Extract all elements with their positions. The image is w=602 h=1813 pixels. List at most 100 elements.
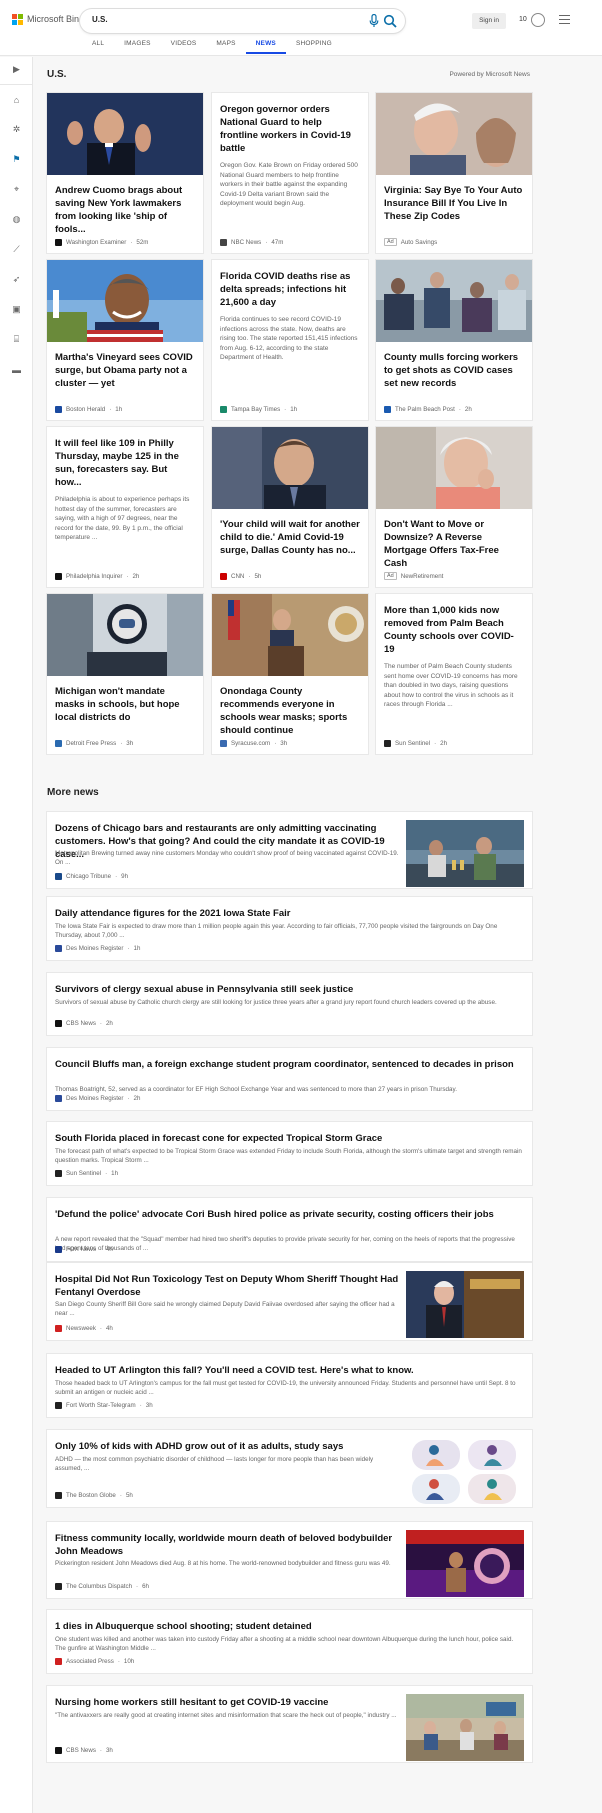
news-card-source[interactable]: The Palm Beach Post · 2h [384,406,472,413]
more-news-thumbnail[interactable] [406,1271,524,1338]
news-card-source[interactable]: Syracuse.com · 3h [220,740,287,747]
source-name[interactable]: Boston Herald [66,406,105,413]
news-card-title[interactable]: Onondaga County recommends everyone in s… [212,676,368,736]
news-card-image[interactable] [47,594,203,676]
news-card-image[interactable] [376,427,532,509]
more-news-source[interactable]: The Columbus Dispatch · 6h [55,1583,149,1590]
source-name[interactable]: Auto Savings [401,239,437,246]
tab-shopping[interactable]: SHOPPING [286,40,342,54]
more-news-item[interactable]: Headed to UT Arlington this fall? You'll… [47,1354,532,1417]
news-card-image[interactable] [47,93,203,175]
news-card-image[interactable] [376,260,532,342]
news-card-title[interactable]: County mulls forcing workers to get shot… [376,342,532,402]
news-card-title[interactable]: It will feel like 109 in Philly Thursday… [47,427,203,489]
more-news-source[interactable]: CBS News · 3h [55,1747,113,1754]
news-card-source[interactable]: Washington Examiner · 52m [55,239,148,246]
source-name[interactable]: Tampa Bay Times [231,406,280,413]
more-news-item[interactable]: Hospital Did Not Run Toxicology Test on … [47,1263,532,1340]
news-card-source[interactable]: Boston Herald · 1h [55,406,122,413]
more-news-thumbnail[interactable] [406,1530,524,1597]
more-news-source[interactable]: Sun Sentinel · 1h [55,1170,118,1177]
more-news-item[interactable]: 1 dies in Albuquerque school shooting; s… [47,1610,532,1673]
more-news-source[interactable]: Fort Worth Star-Telegram · 3h [55,1402,153,1409]
more-news-source[interactable]: CBS News · 2h [55,1020,113,1027]
news-card[interactable]: Florida COVID deaths rise as delta sprea… [212,260,368,420]
more-news-thumbnail[interactable] [406,820,524,887]
news-card-source[interactable]: Ad NewRetirement [384,572,443,580]
source-name[interactable]: Fort Worth Star-Telegram [66,1402,136,1409]
source-name[interactable]: The Boston Globe [66,1492,116,1499]
globe-icon[interactable]: ◍ [10,213,23,226]
news-card-source[interactable]: CNN · 5h [220,573,261,580]
source-name[interactable]: Newsweek [66,1325,96,1332]
film-icon[interactable]: ▣ [10,303,23,316]
more-news-title[interactable]: Daily attendance figures for the 2021 Io… [55,907,525,920]
news-card-source[interactable]: Ad Auto Savings [384,238,437,246]
bank-icon[interactable]: ⌸ [10,333,23,346]
more-news-source[interactable]: FOX News · 4h [55,1246,113,1253]
news-card-title[interactable]: Florida COVID deaths rise as delta sprea… [212,260,368,309]
news-card[interactable]: Michigan won't mandate masks in schools,… [47,594,203,754]
news-card-source[interactable]: NBC News · 47m [220,239,283,246]
bing-logo[interactable]: Microsoft Bing [12,14,84,25]
news-card[interactable]: More than 1,000 kids now removed from Pa… [376,594,532,754]
source-name[interactable]: Sun Sentinel [395,740,430,747]
search-input[interactable]: U.S. [92,15,108,24]
microphone-icon[interactable] [369,14,379,28]
more-news-item[interactable]: Fitness community locally, worldwide mou… [47,1522,532,1598]
news-card-title[interactable]: More than 1,000 kids now removed from Pa… [376,594,532,656]
more-news-item[interactable]: Dozens of Chicago bars and restaurants a… [47,812,532,888]
source-name[interactable]: FOX News [66,1246,96,1253]
source-name[interactable]: Washington Examiner [66,239,126,246]
news-card-title[interactable]: Oregon governor orders National Guard to… [212,93,368,155]
news-card[interactable]: Martha's Vineyard sees COVID surge, but … [47,260,203,420]
more-news-title[interactable]: Only 10% of kids with ADHD grow out of i… [55,1440,400,1453]
more-news-title[interactable]: 'Defund the police' advocate Cori Bush h… [55,1208,525,1221]
more-news-source[interactable]: Newsweek · 4h [55,1325,113,1332]
news-card-title[interactable]: Michigan won't mandate masks in schools,… [47,676,203,736]
source-name[interactable]: Des Moines Register [66,1095,123,1102]
news-card-image[interactable] [212,427,368,509]
source-name[interactable]: Sun Sentinel [66,1170,101,1177]
home-icon[interactable]: ⌂ [10,93,23,106]
card-icon[interactable]: ▬ [10,363,23,376]
rocket-icon[interactable]: ➶ [10,273,23,286]
more-news-source[interactable]: Des Moines Register · 2h [55,1095,140,1102]
more-news-title[interactable]: 1 dies in Albuquerque school shooting; s… [55,1620,525,1633]
news-card-title[interactable]: Martha's Vineyard sees COVID surge, but … [47,342,203,402]
news-card-title[interactable]: Virginia: Say Bye To Your Auto Insurance… [376,175,532,235]
more-news-source[interactable]: The Boston Globe · 5h [55,1492,133,1499]
source-name[interactable]: NBC News [231,239,261,246]
source-name[interactable]: The Palm Beach Post [395,406,455,413]
more-news-item[interactable]: Only 10% of kids with ADHD grow out of i… [47,1430,532,1507]
sign-in-button[interactable]: Sign in [472,13,506,29]
news-card-title[interactable]: Andrew Cuomo brags about saving New York… [47,175,203,235]
more-news-item[interactable]: Survivors of clergy sexual abuse in Penn… [47,973,532,1035]
more-news-source[interactable]: Associated Press · 10h [55,1658,134,1665]
news-card-source[interactable]: Philadelphia Inquirer · 2h [55,573,139,580]
more-news-title[interactable]: Hospital Did Not Run Toxicology Test on … [55,1273,400,1299]
more-news-thumbnail[interactable] [406,1438,524,1505]
news-card-source[interactable]: Tampa Bay Times · 1h [220,406,297,413]
source-name[interactable]: Syracuse.com [231,740,270,747]
news-card-source[interactable]: Sun Sentinel · 2h [384,740,447,747]
news-card-title[interactable]: 'Your child will wait for another child … [212,509,368,569]
source-name[interactable]: Detroit Free Press [66,740,116,747]
news-card-title[interactable]: Don't Want to Move or Downsize? A Revers… [376,509,532,569]
news-card[interactable]: 'Your child will wait for another child … [212,427,368,587]
chart-icon[interactable]: ⟋ [10,243,23,256]
news-card-image[interactable] [376,93,532,175]
more-news-thumbnail[interactable] [406,1694,524,1761]
source-name[interactable]: CNN [231,573,244,580]
news-card-source[interactable]: Detroit Free Press · 3h [55,740,133,747]
search-icon[interactable] [383,14,397,28]
news-card[interactable]: Virginia: Say Bye To Your Auto Insurance… [376,93,532,253]
source-name[interactable]: Chicago Tribune [66,873,111,880]
chevron-right-icon[interactable]: ▶ [10,63,23,76]
search-box[interactable]: U.S. [80,9,405,33]
news-card[interactable]: Onondaga County recommends everyone in s… [212,594,368,754]
more-news-title[interactable]: Council Bluffs man, a foreign exchange s… [55,1058,525,1071]
more-news-title[interactable]: Survivors of clergy sexual abuse in Penn… [55,983,525,996]
more-news-title[interactable]: Headed to UT Arlington this fall? You'll… [55,1364,525,1377]
source-name[interactable]: CBS News [66,1020,96,1027]
